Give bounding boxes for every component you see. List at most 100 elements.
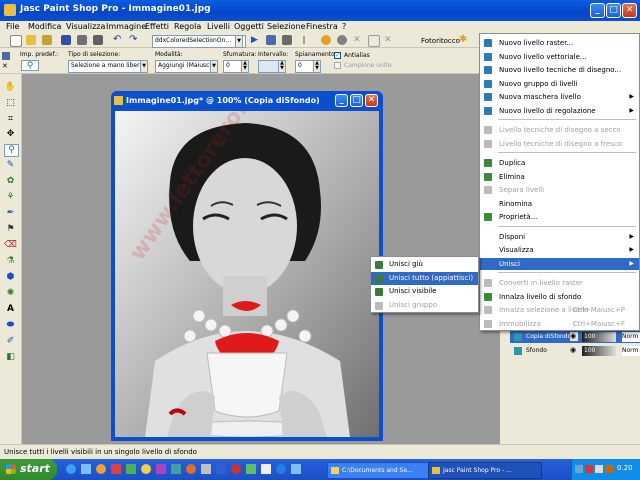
undo-icon[interactable]: ↶ bbox=[113, 35, 123, 45]
tray-security-icon[interactable] bbox=[585, 465, 593, 473]
antialias-checkbox[interactable]: ✓ bbox=[334, 52, 341, 59]
cancel-icon[interactable]: ✕ bbox=[384, 35, 394, 45]
interval-spinner[interactable]: ▲ ▼ bbox=[278, 60, 286, 73]
selection-tool-icon[interactable]: ⬚ bbox=[4, 98, 17, 109]
offset-spinner[interactable]: ▲ ▼ bbox=[313, 60, 321, 73]
open-folder-icon[interactable] bbox=[26, 35, 36, 45]
layer-blend-mode[interactable]: Norm bbox=[622, 332, 640, 342]
quicklaunch-desktop-icon[interactable] bbox=[81, 464, 91, 474]
tray-volume-icon[interactable] bbox=[595, 465, 603, 473]
layer-row[interactable]: Sfondo ◉ 100 Norm bbox=[510, 345, 640, 357]
dropper-tool-icon[interactable]: ✎ bbox=[4, 160, 17, 171]
visibility-icon[interactable]: ◉ bbox=[570, 346, 578, 355]
palette-options-icon[interactable] bbox=[2, 52, 10, 60]
menu-immagine[interactable]: Immagine bbox=[106, 21, 146, 32]
layers-menu-item[interactable]: Rinomina bbox=[480, 198, 639, 210]
menu-help[interactable]: ? bbox=[342, 21, 346, 32]
quicklaunch-app-icon[interactable] bbox=[111, 464, 121, 474]
menu-regola[interactable]: Regola bbox=[174, 21, 201, 32]
menu-modifica[interactable]: Modifica bbox=[28, 21, 61, 32]
layers-menu-item[interactable]: Proprietà... bbox=[480, 211, 639, 223]
preset-dropdown-arrow[interactable]: ▼ bbox=[235, 35, 243, 48]
quicklaunch-app-icon[interactable] bbox=[246, 464, 256, 474]
quicklaunch-app-icon[interactable] bbox=[276, 464, 286, 474]
quicklaunch-app-icon[interactable] bbox=[171, 464, 181, 474]
move-tool-icon[interactable]: ✥ bbox=[4, 129, 17, 140]
quicklaunch-app-icon[interactable] bbox=[156, 464, 166, 474]
layers-menu-item[interactable]: Nuovo livello tecniche di disegno... bbox=[480, 64, 639, 76]
pen-tool-icon[interactable]: ✐ bbox=[4, 336, 17, 347]
preset-script-select[interactable]: ddxColoredSelectionOn... bbox=[152, 35, 246, 48]
brush-tool-icon[interactable]: ✒ bbox=[4, 208, 17, 219]
new-file-icon[interactable] bbox=[10, 35, 22, 47]
text-tool-icon[interactable]: A bbox=[4, 304, 17, 315]
stop-record-icon[interactable] bbox=[321, 35, 331, 45]
layer-opacity[interactable]: 100 bbox=[582, 332, 616, 342]
eraser-tool-icon[interactable]: ⌫ bbox=[4, 240, 17, 251]
script-edit-icon[interactable] bbox=[282, 35, 292, 45]
shape-tool-icon[interactable]: ⬬ bbox=[4, 320, 17, 331]
mode-select[interactable]: Aggiungi (Maiusc) bbox=[155, 60, 214, 73]
document-window[interactable]: Immagine01.jpg* @ 100% (Copia diSfondo) … bbox=[111, 91, 383, 441]
layers-menu-item[interactable]: Disponi ▶ bbox=[480, 231, 639, 243]
start-button[interactable]: start bbox=[0, 459, 57, 480]
layer-opacity[interactable]: 100 bbox=[582, 346, 616, 356]
freehand-selection-icon[interactable]: ⚲ bbox=[21, 60, 39, 71]
mode-arrow[interactable]: ▼ bbox=[210, 60, 218, 73]
layers-menu-item[interactable]: Nuovo livello raster... bbox=[480, 37, 639, 49]
feather-spinner[interactable]: ▲ ▼ bbox=[241, 60, 249, 73]
title-bar[interactable]: Jasc Paint Shop Pro - Immagine01.jpg _ □… bbox=[0, 0, 640, 21]
pause-icon[interactable]: ‖ bbox=[302, 35, 312, 45]
redo-icon[interactable]: ↷ bbox=[129, 35, 139, 45]
selection-type-select[interactable]: Selezione a mano libera bbox=[68, 60, 144, 73]
fill-tool-icon[interactable]: ⬢ bbox=[4, 272, 17, 283]
layers-menu-item[interactable]: Nuovo livello vettoriale... bbox=[480, 51, 639, 63]
visibility-icon[interactable]: ◉ bbox=[570, 332, 578, 341]
menu-selezione[interactable]: Selezione bbox=[267, 21, 305, 32]
taskbar-psp-button[interactable]: Jasc Paint Shop Pro - ... bbox=[428, 462, 542, 479]
layer-blend-mode[interactable]: Norm bbox=[622, 346, 640, 356]
print-icon[interactable] bbox=[93, 35, 103, 45]
layers-menu-item[interactable]: Innalza livello di sfondo bbox=[480, 291, 639, 303]
browse-icon[interactable] bbox=[42, 35, 52, 45]
quicklaunch-app-icon[interactable] bbox=[216, 464, 226, 474]
selection-type-arrow[interactable]: ▼ bbox=[140, 60, 148, 73]
maximize-button[interactable]: □ bbox=[606, 3, 621, 18]
menu-finestra[interactable]: Finestra bbox=[306, 21, 338, 32]
art-media-icon[interactable]: ◧ bbox=[4, 352, 17, 363]
quicklaunch-app-icon[interactable] bbox=[261, 464, 271, 474]
clock[interactable]: 0.20 bbox=[617, 464, 633, 472]
smudge-tool-icon[interactable]: ⚗ bbox=[4, 256, 17, 267]
scratch-remover-icon[interactable]: ⚘ bbox=[4, 192, 17, 203]
clone-tool-icon[interactable]: ✿ bbox=[4, 176, 17, 187]
stop-icon[interactable]: ✕ bbox=[353, 35, 363, 45]
tray-app-icon[interactable] bbox=[605, 465, 613, 473]
quicklaunch-app-icon[interactable] bbox=[201, 464, 211, 474]
picture-tube-icon[interactable]: ✺ bbox=[4, 288, 17, 299]
quicklaunch-ie-icon[interactable] bbox=[66, 464, 76, 474]
tray-network-icon[interactable] bbox=[575, 465, 583, 473]
merge-menu-item[interactable]: Unisci tutto (appiattisci) bbox=[371, 271, 478, 285]
quicklaunch-app-icon[interactable] bbox=[186, 464, 196, 474]
menu-visualizza[interactable]: Visualizza bbox=[66, 21, 105, 32]
menu-oggetti[interactable]: Oggetti bbox=[234, 21, 264, 32]
layer-row[interactable]: Copia diSfondo ◉ 100 Norm bbox=[510, 331, 640, 343]
scan-icon[interactable] bbox=[77, 35, 87, 45]
quicklaunch-app-icon[interactable] bbox=[231, 464, 241, 474]
save-icon[interactable] bbox=[61, 35, 71, 45]
merge-menu-item[interactable]: Unisci visibile bbox=[371, 285, 478, 298]
quicklaunch-media-icon[interactable] bbox=[96, 464, 106, 474]
menu-effetti[interactable]: Effetti bbox=[145, 21, 169, 32]
layers-menu-item[interactable]: Nuovo gruppo di livelli bbox=[480, 78, 639, 90]
run-script-icon[interactable]: ▶ bbox=[251, 35, 261, 45]
square-icon[interactable] bbox=[368, 35, 380, 47]
layers-menu-item[interactable]: Unisci ▶ bbox=[480, 257, 639, 270]
layers-menu-item[interactable]: Nuova maschera livello ▶ bbox=[480, 91, 639, 103]
record-icon[interactable] bbox=[337, 35, 347, 45]
doc-minimize-button[interactable]: _ bbox=[335, 94, 348, 107]
lock-icon[interactable]: ✕ bbox=[2, 62, 10, 70]
doc-close-button[interactable]: ✕ bbox=[365, 94, 378, 107]
quicklaunch-app-icon[interactable] bbox=[126, 464, 136, 474]
taskbar-explorer-button[interactable]: C:\Documents and Se... bbox=[327, 462, 441, 479]
minimize-button[interactable]: _ bbox=[590, 3, 605, 18]
